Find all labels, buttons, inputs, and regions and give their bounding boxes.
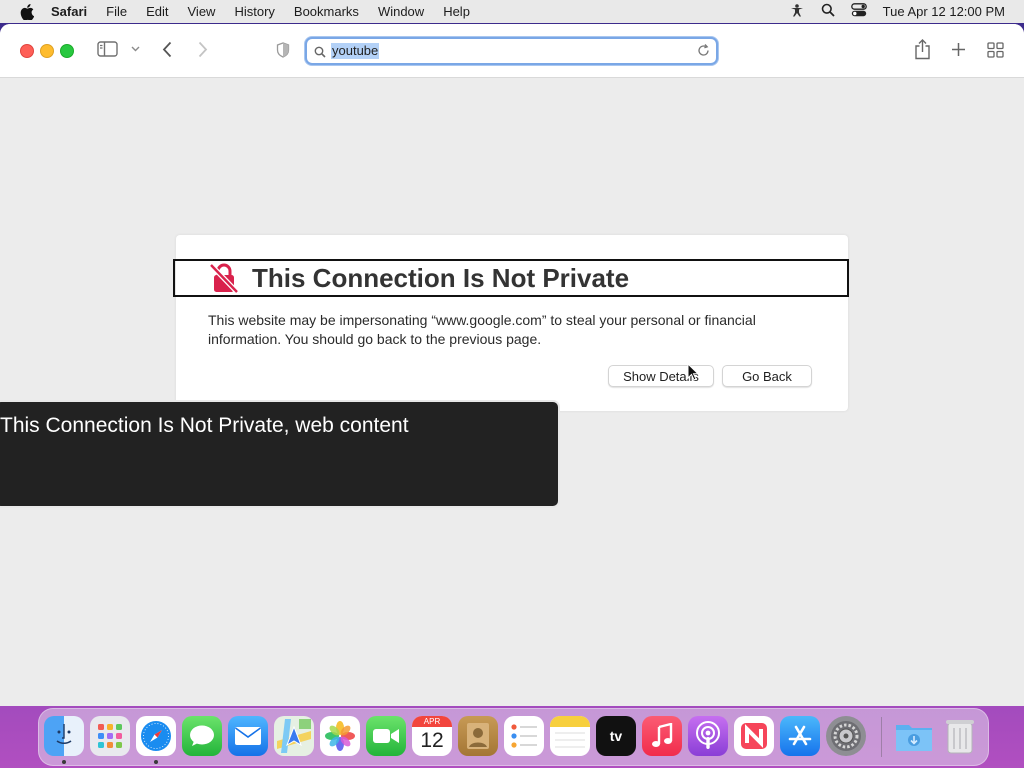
menu-bookmarks[interactable]: Bookmarks — [294, 4, 359, 19]
finder-icon[interactable] — [44, 716, 84, 756]
warning-title-row: This Connection Is Not Private — [173, 259, 849, 297]
warning-title: This Connection Is Not Private — [252, 262, 630, 293]
system-preferences-icon[interactable] — [826, 716, 866, 756]
podcasts-icon[interactable] — [688, 716, 728, 756]
finder-running-indicator — [62, 760, 66, 764]
share-icon[interactable] — [914, 39, 931, 60]
go-back-button[interactable]: Go Back — [722, 365, 812, 387]
chevron-down-icon[interactable] — [131, 46, 140, 52]
photos-icon[interactable] — [320, 716, 360, 756]
calendar-month: APR — [412, 716, 452, 727]
reload-icon[interactable] — [697, 44, 710, 62]
menu-window[interactable]: Window — [378, 4, 424, 19]
broken-lock-icon — [208, 262, 240, 294]
apple-tv-label: tv — [609, 728, 623, 744]
tab-overview-icon[interactable] — [987, 42, 1004, 58]
calendar-icon[interactable]: APR 12 — [412, 716, 452, 756]
voiceover-status-icon[interactable] — [789, 3, 805, 20]
news-icon[interactable] — [734, 716, 774, 756]
mouse-pointer-icon — [687, 362, 700, 386]
calendar-day: 12 — [420, 729, 444, 752]
sidebar-toggle-icon[interactable] — [97, 41, 118, 57]
menu-bar-clock[interactable]: Tue Apr 12 12:00 PM — [883, 4, 1005, 19]
menu-help[interactable]: Help — [443, 4, 470, 19]
trash-icon[interactable] — [940, 716, 980, 756]
notes-header — [550, 716, 590, 727]
close-window-button[interactable] — [20, 44, 34, 58]
web-content-area: This Connection Is Not Private This webs… — [0, 78, 1024, 706]
safari-toolbar: youtube — [0, 24, 1024, 78]
messages-icon[interactable] — [182, 716, 222, 756]
music-icon[interactable] — [642, 716, 682, 756]
app-store-icon[interactable] — [780, 716, 820, 756]
address-bar-text[interactable]: youtube — [331, 43, 380, 59]
safari-window: youtube This Connection Is Not Private T… — [0, 24, 1024, 706]
apple-tv-icon[interactable]: tv — [596, 716, 636, 756]
menu-bar: Safari File Edit View History Bookmarks … — [0, 0, 1024, 23]
dock: APR 12 tv — [38, 708, 989, 766]
menu-file[interactable]: File — [106, 4, 127, 19]
warning-message: This website may be impersonating “www.g… — [208, 312, 756, 347]
zoom-window-button[interactable] — [60, 44, 74, 58]
dock-separator — [881, 717, 882, 757]
new-tab-plus-icon[interactable] — [951, 42, 966, 57]
control-center-icon[interactable] — [850, 3, 867, 20]
notes-icon[interactable] — [550, 716, 590, 756]
minimize-window-button[interactable] — [40, 44, 54, 58]
menu-edit[interactable]: Edit — [146, 4, 168, 19]
maps-icon[interactable] — [274, 716, 314, 756]
address-bar[interactable]: youtube — [305, 37, 718, 65]
forward-arrow-icon[interactable] — [198, 41, 208, 58]
menu-app-name[interactable]: Safari — [51, 4, 87, 19]
safari-icon[interactable] — [136, 716, 176, 756]
certificate-warning-card: This Connection Is Not Private This webs… — [173, 235, 849, 411]
menu-view[interactable]: View — [188, 4, 216, 19]
contacts-icon[interactable] — [458, 716, 498, 756]
voiceover-caption-panel: This Connection Is Not Private, web cont… — [0, 400, 560, 508]
spotlight-search-icon[interactable] — [821, 3, 835, 20]
search-icon — [314, 45, 326, 63]
facetime-icon[interactable] — [366, 716, 406, 756]
voiceover-caption-text: This Connection Is Not Private, web cont… — [0, 414, 409, 437]
launchpad-icon[interactable] — [90, 716, 130, 756]
downloads-folder-icon[interactable] — [894, 716, 934, 756]
mail-icon[interactable] — [228, 716, 268, 756]
back-arrow-icon[interactable] — [162, 41, 172, 58]
privacy-shield-icon[interactable] — [276, 42, 290, 58]
menu-history[interactable]: History — [234, 4, 274, 19]
safari-running-indicator — [154, 760, 158, 764]
apple-menu-icon[interactable] — [17, 3, 37, 20]
reminders-icon[interactable] — [504, 716, 544, 756]
